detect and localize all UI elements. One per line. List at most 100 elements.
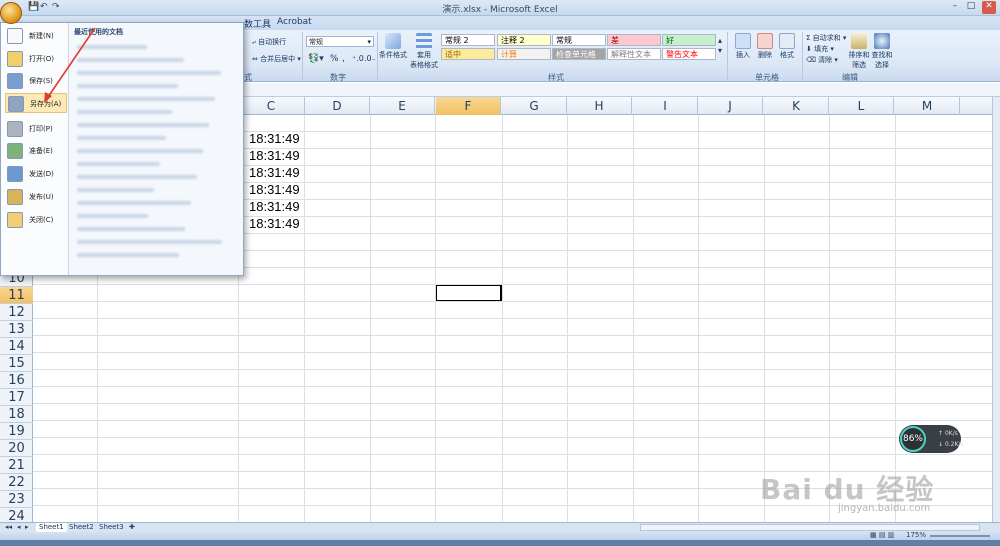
column-header-m[interactable]: M bbox=[895, 97, 960, 115]
column-header-j[interactable]: J bbox=[698, 97, 763, 115]
row-header-21[interactable]: 21 bbox=[0, 457, 33, 474]
wrap-text-button[interactable]: ⤶ 自动换行 bbox=[252, 37, 286, 47]
recent-document-item[interactable] bbox=[77, 253, 179, 257]
office-menu-item-2[interactable]: 保存(S) bbox=[5, 71, 67, 91]
horizontal-scrollbar[interactable] bbox=[640, 524, 980, 531]
column-header-d[interactable]: D bbox=[305, 97, 370, 115]
recent-document-item[interactable] bbox=[77, 175, 197, 179]
find-select-button[interactable]: 查找和 选择 bbox=[871, 33, 893, 70]
conditional-format-button[interactable]: 条件格式 bbox=[379, 33, 407, 60]
row-header-14[interactable]: 14 bbox=[0, 338, 33, 355]
gallery-scroll-up-icon[interactable]: ▴ bbox=[718, 36, 722, 45]
office-menu-item-7[interactable]: 发布(U) bbox=[5, 187, 67, 207]
cell-style-swatch[interactable]: 好 bbox=[662, 34, 716, 46]
row-header-17[interactable]: 17 bbox=[0, 389, 33, 406]
cell-style-swatch[interactable]: 适中 bbox=[441, 48, 495, 60]
cell-style-swatch[interactable]: 注释 2 bbox=[497, 34, 551, 46]
column-header-f[interactable]: F bbox=[436, 97, 501, 115]
recent-document-item[interactable] bbox=[77, 214, 148, 218]
format-button[interactable]: 格式 bbox=[777, 33, 797, 60]
recent-document-item[interactable] bbox=[77, 45, 147, 49]
recent-document-item[interactable] bbox=[77, 227, 185, 231]
percent-button[interactable]: % bbox=[330, 54, 339, 64]
cell-c6[interactable]: 18:31:49 bbox=[249, 216, 300, 231]
office-button[interactable] bbox=[0, 2, 22, 24]
active-cell-cursor[interactable] bbox=[435, 284, 502, 302]
sheet-tab-2[interactable]: Sheet2 bbox=[66, 523, 97, 532]
column-header-g[interactable]: G bbox=[502, 97, 567, 115]
office-menu-item-4[interactable]: 打印(P) bbox=[5, 119, 67, 139]
insert-sheet-icon[interactable]: ✚ bbox=[126, 523, 138, 532]
cell-style-swatch[interactable]: 检查单元格 bbox=[552, 48, 606, 60]
cell-style-swatch[interactable]: 解释性文本 bbox=[607, 48, 661, 60]
delete-button[interactable]: 删除 bbox=[755, 33, 775, 60]
row-header-15[interactable]: 15 bbox=[0, 355, 33, 372]
office-menu-item-5[interactable]: 准备(E) bbox=[5, 141, 67, 161]
row-header-16[interactable]: 16 bbox=[0, 372, 33, 389]
currency-button[interactable]: 💱▾ bbox=[308, 54, 324, 64]
sheet-tab-3[interactable]: Sheet3 bbox=[96, 523, 127, 532]
cell-style-swatch[interactable]: 计算 bbox=[497, 48, 551, 60]
recent-document-item[interactable] bbox=[77, 162, 160, 166]
maximize-icon[interactable]: □ bbox=[964, 1, 978, 14]
next-sheet-nav-icon[interactable]: ▸ bbox=[22, 523, 32, 532]
column-header-c[interactable]: C bbox=[238, 97, 305, 115]
recent-document-item[interactable] bbox=[77, 84, 178, 88]
cell-c1[interactable]: 18:31:49 bbox=[249, 131, 300, 146]
row-header-12[interactable]: 12 bbox=[0, 304, 33, 321]
sheet-tab-1[interactable]: Sheet1 bbox=[36, 523, 67, 532]
row-header-19[interactable]: 19 bbox=[0, 423, 33, 440]
cell-c4[interactable]: 18:31:49 bbox=[249, 182, 300, 197]
recent-document-item[interactable] bbox=[77, 136, 166, 140]
cell-style-swatch[interactable]: 常规 bbox=[552, 34, 606, 46]
row-header-20[interactable]: 20 bbox=[0, 440, 33, 457]
recent-document-item[interactable] bbox=[77, 201, 191, 205]
recent-document-item[interactable] bbox=[77, 110, 172, 114]
memory-percent-badge[interactable]: 86% bbox=[900, 426, 926, 452]
zoom-slider[interactable] bbox=[930, 535, 990, 537]
close-icon[interactable]: ✕ bbox=[982, 1, 996, 14]
column-header-l[interactable]: L bbox=[829, 97, 894, 115]
cell-c2[interactable]: 18:31:49 bbox=[249, 148, 300, 163]
row-header-18[interactable]: 18 bbox=[0, 406, 33, 423]
office-menu-item-6[interactable]: 发送(D) bbox=[5, 164, 67, 184]
recent-document-item[interactable] bbox=[77, 123, 209, 127]
column-header-e[interactable]: E bbox=[370, 97, 435, 115]
table-format-button[interactable]: 套用 表格格式 bbox=[409, 33, 439, 70]
row-header-11[interactable]: 11 bbox=[0, 287, 33, 304]
office-menu-item-0[interactable]: 新建(N) bbox=[5, 26, 67, 46]
row-header-23[interactable]: 23 bbox=[0, 491, 33, 508]
office-menu-item-3[interactable]: 另存为(A) bbox=[5, 93, 67, 113]
number-format-combo[interactable]: 常规 ▾ bbox=[306, 36, 374, 47]
minimize-icon[interactable]: – bbox=[948, 1, 962, 14]
cell-style-swatch[interactable]: 警告文本 bbox=[662, 48, 716, 60]
office-menu-item-1[interactable]: 打开(O) bbox=[5, 49, 67, 69]
merge-center-button[interactable]: ⇔ 合并后居中 ▾ bbox=[252, 54, 301, 64]
recent-document-item[interactable] bbox=[77, 240, 222, 244]
decrease-decimal-button[interactable]: .0₋ bbox=[364, 54, 376, 63]
tab-acrobat[interactable]: Acrobat bbox=[277, 17, 312, 27]
insert-button[interactable]: 插入 bbox=[733, 33, 753, 60]
fill-button[interactable]: ⬇ 填充 ▾ bbox=[806, 44, 834, 54]
zoom-level[interactable]: 175% bbox=[906, 531, 926, 539]
cell-style-swatch[interactable]: 差 bbox=[607, 34, 661, 46]
office-menu-item-8[interactable]: 关闭(C) bbox=[5, 210, 67, 230]
sort-filter-button[interactable]: 排序和 筛选 bbox=[848, 33, 870, 70]
cell-c5[interactable]: 18:31:49 bbox=[249, 199, 300, 214]
column-header-i[interactable]: I bbox=[633, 97, 698, 115]
recent-document-item[interactable] bbox=[77, 97, 215, 101]
column-header-h[interactable]: H bbox=[567, 97, 632, 115]
cell-c3[interactable]: 18:31:49 bbox=[249, 165, 300, 180]
clear-button[interactable]: ⌫ 清除 ▾ bbox=[806, 55, 838, 65]
column-header-k[interactable]: K bbox=[764, 97, 829, 115]
comma-button[interactable]: , bbox=[342, 54, 345, 64]
row-header-22[interactable]: 22 bbox=[0, 474, 33, 491]
view-buttons[interactable]: ▦ ▤ ▥ bbox=[870, 531, 894, 539]
increase-decimal-button[interactable]: ⁺.0 bbox=[352, 54, 364, 63]
gallery-scroll-down-icon[interactable]: ▾ bbox=[718, 46, 722, 55]
recent-document-item[interactable] bbox=[77, 71, 221, 75]
recent-document-item[interactable] bbox=[77, 188, 154, 192]
autosum-button[interactable]: Σ 自动求和 ▾ bbox=[806, 33, 846, 43]
recent-document-item[interactable] bbox=[77, 58, 184, 62]
tab-data-tools[interactable]: 数工具 bbox=[244, 17, 271, 30]
